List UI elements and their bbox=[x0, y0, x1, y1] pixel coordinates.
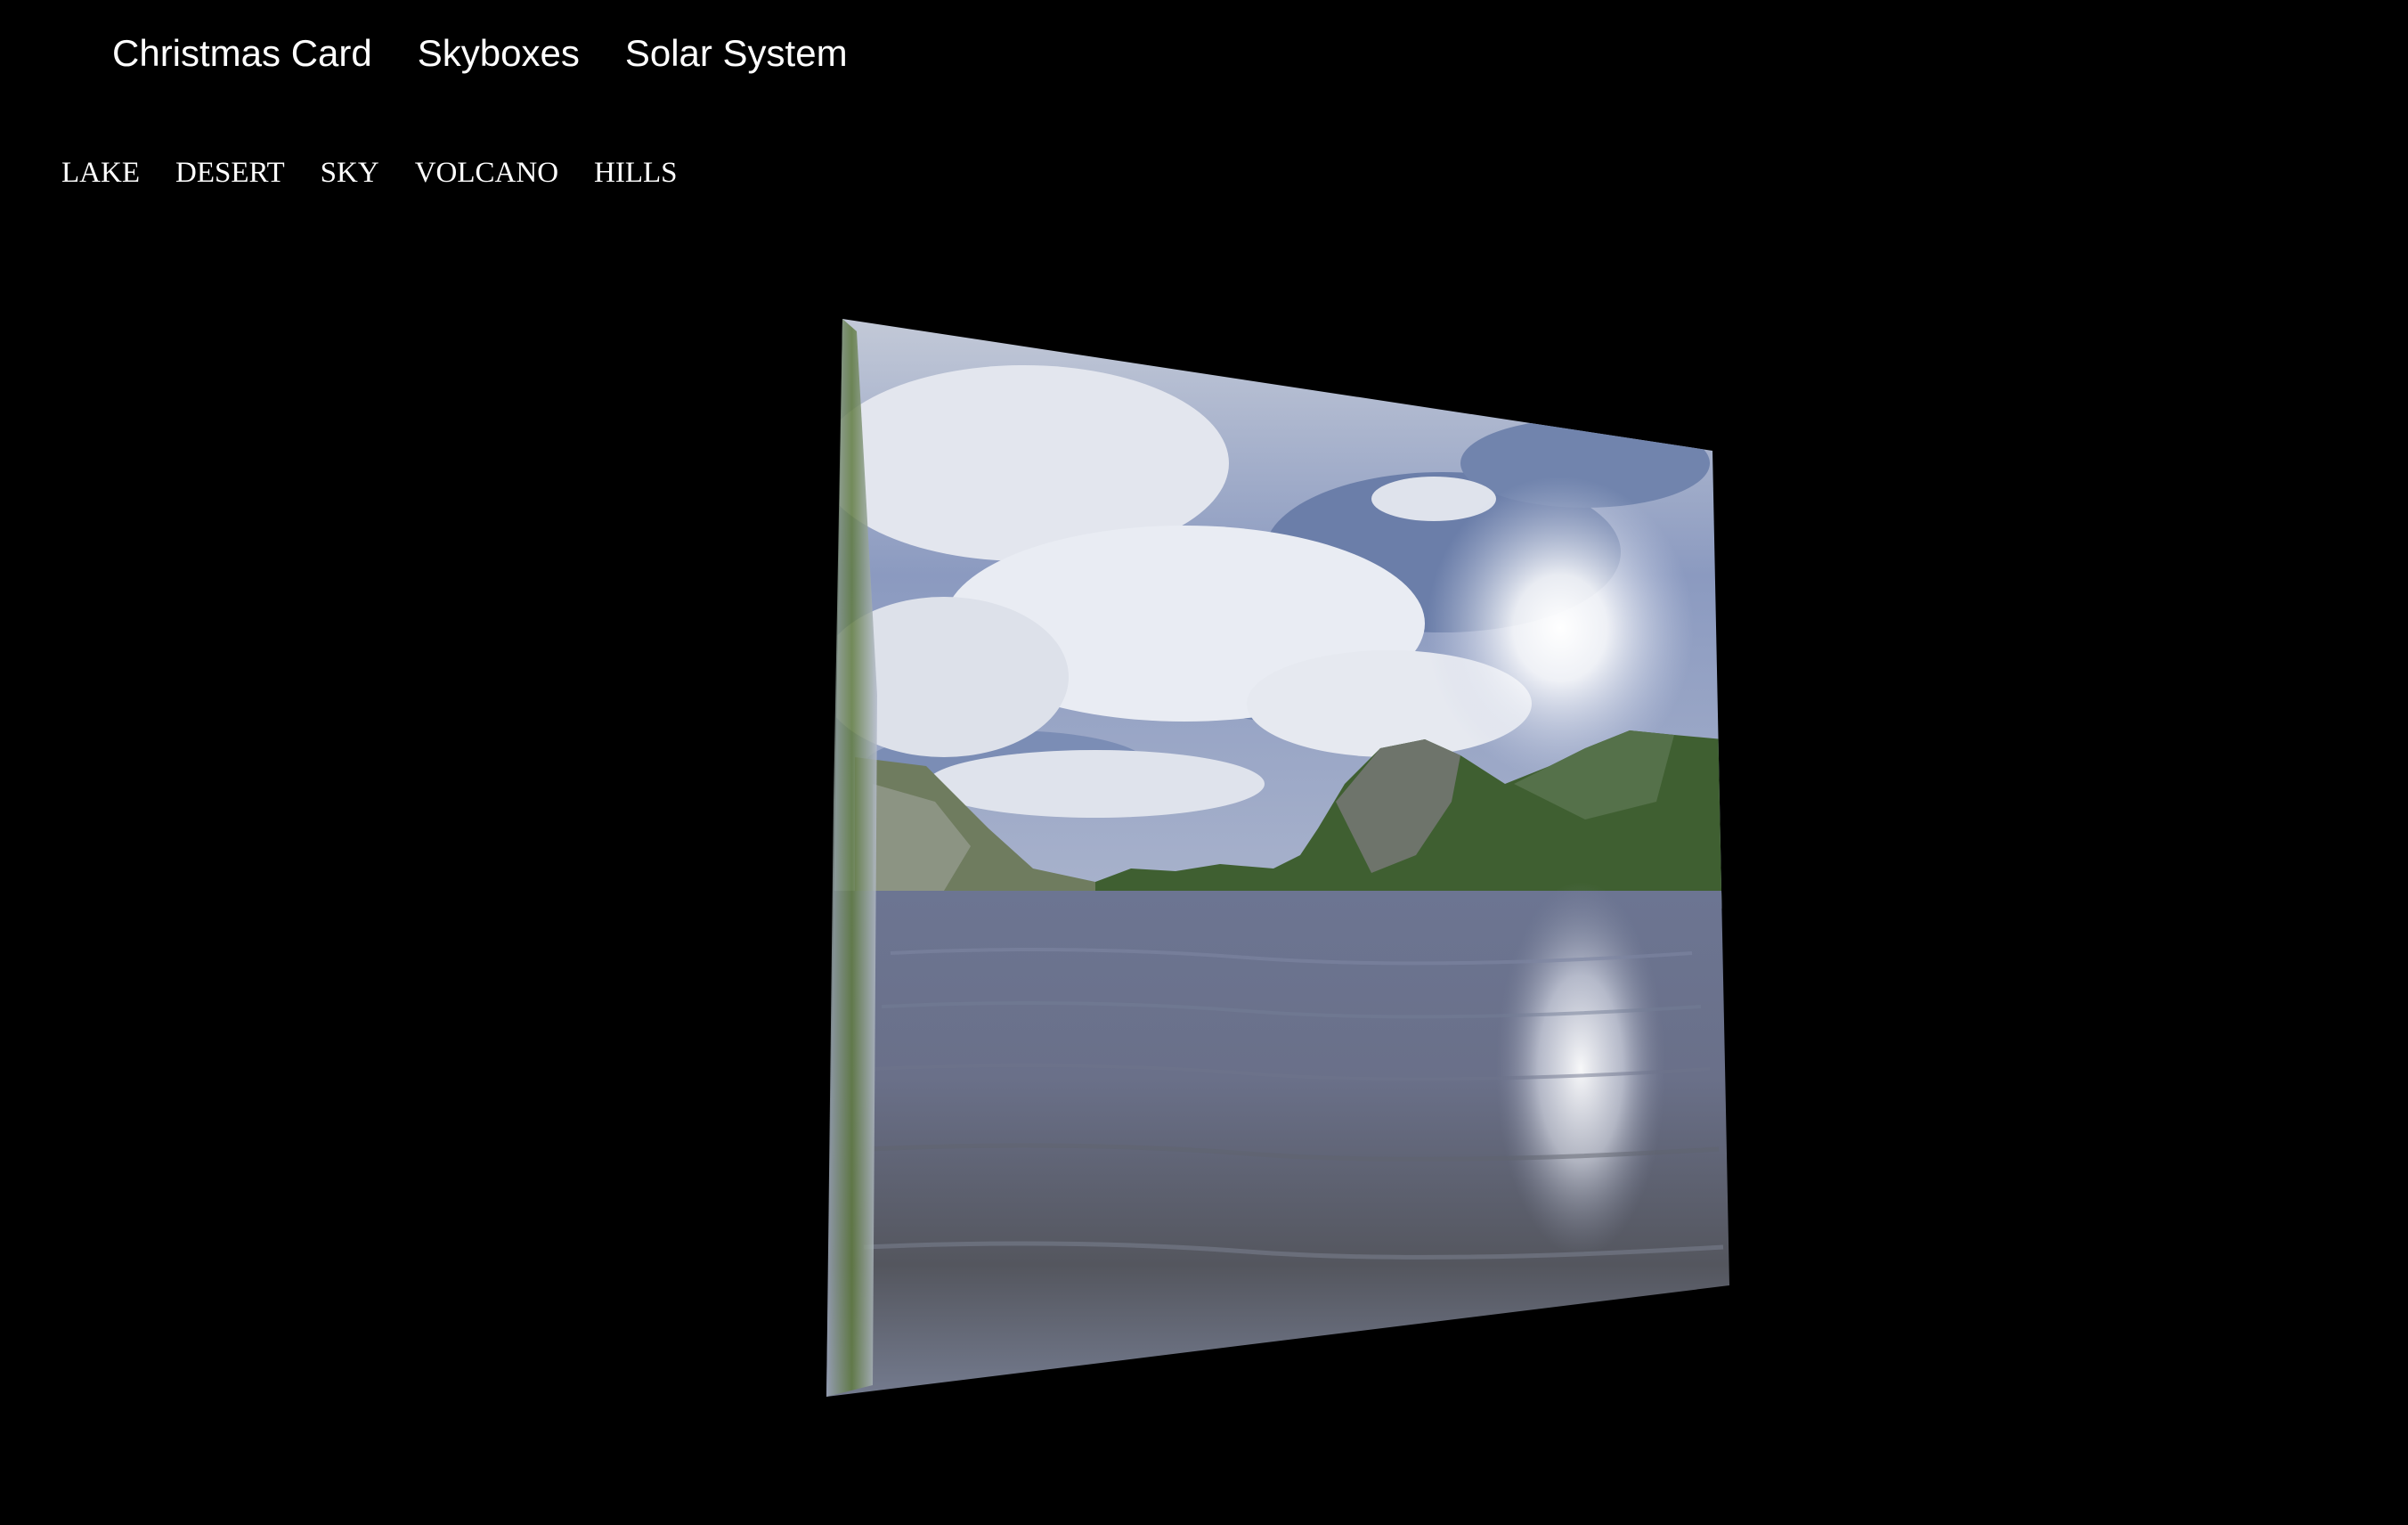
skybox-face-lake bbox=[826, 319, 1729, 1397]
skybox-cube-render bbox=[826, 319, 1729, 1397]
webgl-canvas[interactable] bbox=[0, 0, 2408, 1525]
